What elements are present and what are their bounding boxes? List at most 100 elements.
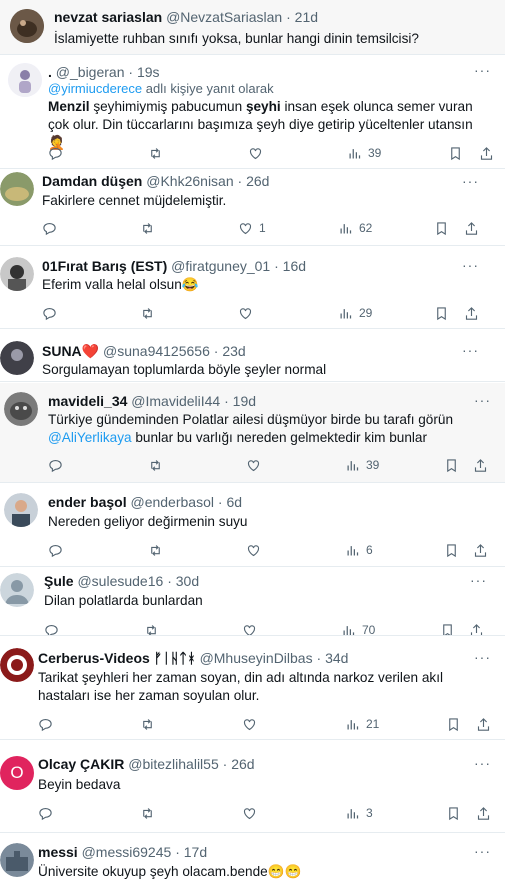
avatar[interactable]: [0, 172, 34, 206]
more-options-icon[interactable]: ···: [470, 572, 487, 588]
tweet-damdan[interactable]: Damdan düşen @Khk26nisan · 26d ··· Fakir…: [0, 170, 505, 246]
author-handle[interactable]: @sulesude16: [77, 573, 163, 589]
retweet-button[interactable]: [144, 622, 159, 635]
author-handle[interactable]: @messi69245: [82, 844, 172, 860]
share-button[interactable]: [473, 457, 488, 473]
retweet-button[interactable]: [140, 716, 155, 732]
tweet-time[interactable]: 26d: [246, 173, 269, 189]
author-handle[interactable]: @suna94125656: [103, 343, 210, 359]
share-button[interactable]: [476, 716, 491, 732]
author-handle[interactable]: @firatguney_01: [171, 258, 270, 274]
author-name[interactable]: 01Fırat Barış (EST): [42, 258, 167, 274]
bookmark-button[interactable]: [444, 542, 459, 558]
retweet-button[interactable]: [140, 805, 155, 821]
tweet-olcay[interactable]: O Olcay ÇAKIR @bitezlihalil55 · 26d ··· …: [0, 741, 505, 833]
share-button[interactable]: [464, 305, 479, 321]
avatar[interactable]: O: [0, 756, 34, 790]
tweet-time[interactable]: 21d: [295, 9, 318, 25]
more-options-icon[interactable]: ···: [462, 342, 479, 358]
tweet-time[interactable]: 17d: [184, 844, 207, 860]
share-button[interactable]: [464, 220, 479, 236]
like-button[interactable]: [242, 805, 257, 821]
more-options-icon[interactable]: ···: [474, 843, 491, 859]
tweet-time[interactable]: 6d: [226, 494, 242, 510]
bookmark-button[interactable]: [434, 305, 449, 321]
avatar[interactable]: [0, 843, 34, 877]
author-handle[interactable]: @enderbasol: [130, 494, 214, 510]
author-name[interactable]: messi: [38, 844, 78, 860]
reply-button[interactable]: [38, 805, 53, 821]
views-button[interactable]: 29: [338, 305, 372, 321]
avatar[interactable]: [0, 257, 34, 291]
author-name[interactable]: ender başol: [48, 494, 127, 510]
author-name[interactable]: Şule: [44, 573, 74, 589]
share-button[interactable]: [469, 622, 484, 635]
bookmark-button[interactable]: [440, 622, 455, 635]
more-options-icon[interactable]: ···: [462, 173, 479, 189]
author-name[interactable]: .: [48, 64, 52, 80]
retweet-button[interactable]: [140, 220, 155, 236]
retweet-button[interactable]: [140, 305, 155, 321]
tweet-ender[interactable]: ender başol @enderbasol · 6d Nereden gel…: [0, 484, 505, 567]
like-button[interactable]: 1: [238, 220, 266, 236]
reply-button[interactable]: [42, 305, 57, 321]
author-handle[interactable]: @bitezlihalil55: [128, 756, 218, 772]
author-handle[interactable]: @NevzatSariaslan: [166, 9, 282, 25]
tweet-time[interactable]: 16d: [283, 258, 306, 274]
reply-button[interactable]: [44, 622, 59, 635]
views-button[interactable]: 21: [345, 716, 379, 732]
views-button[interactable]: 39: [345, 457, 379, 473]
avatar[interactable]: [0, 648, 34, 682]
like-button[interactable]: [242, 622, 257, 635]
tweet-time[interactable]: 19d: [233, 393, 256, 409]
like-button[interactable]: [238, 305, 253, 321]
share-button[interactable]: [476, 805, 491, 821]
retweet-button[interactable]: [148, 542, 163, 558]
reply-button[interactable]: [48, 145, 63, 161]
bookmark-button[interactable]: [446, 716, 461, 732]
views-button[interactable]: 6: [345, 542, 373, 558]
tweet-mavideli[interactable]: mavideli_34 @ImavideliI44 · 19d ··· Türk…: [0, 383, 505, 483]
avatar[interactable]: [4, 392, 38, 426]
author-name[interactable]: Damdan düşen: [42, 173, 142, 189]
share-button[interactable]: [479, 145, 494, 161]
avatar[interactable]: [0, 573, 34, 607]
like-button[interactable]: [242, 716, 257, 732]
reply-button[interactable]: [48, 457, 63, 473]
bookmark-button[interactable]: [434, 220, 449, 236]
views-button[interactable]: 62: [338, 220, 372, 236]
tweet-time[interactable]: 34d: [325, 650, 348, 666]
author-name[interactable]: Cerberus-Videos ᚠᛁᚺᛏᚼ: [38, 650, 196, 666]
author-handle[interactable]: @ImavideliI44: [131, 393, 220, 409]
reply-button[interactable]: [38, 716, 53, 732]
views-button[interactable]: 39: [347, 145, 381, 161]
tweet-cerberus[interactable]: Cerberus-Videos ᚠᛁᚺᛏᚼ @MhuseyinDilbas · …: [0, 640, 505, 740]
tweet-nevzat[interactable]: nevzat sariaslan @NevzatSariaslan · 21d …: [0, 0, 505, 55]
tweet-firat[interactable]: 01Fırat Barış (EST) @firatguney_01 · 16d…: [0, 247, 505, 329]
more-options-icon[interactable]: ···: [474, 392, 491, 408]
author-name[interactable]: mavideli_34: [48, 393, 127, 409]
avatar[interactable]: [4, 493, 38, 527]
tweet-suna[interactable]: SUNA❤️ @suna94125656 · 23d ··· Sorgulama…: [0, 330, 505, 382]
reply-button[interactable]: [48, 542, 63, 558]
tweet-bigeran[interactable]: . @_bigeran · 19s ··· @yirmiucderece adl…: [0, 56, 505, 169]
author-name[interactable]: nevzat sariaslan: [54, 9, 162, 25]
mention-link[interactable]: @AliYerlikaya: [48, 430, 132, 445]
author-handle[interactable]: @_bigeran: [56, 64, 125, 80]
more-options-icon[interactable]: ···: [474, 755, 491, 771]
bookmark-button[interactable]: [448, 145, 463, 161]
tweet-time[interactable]: 26d: [231, 756, 254, 772]
reply-button[interactable]: [42, 220, 57, 236]
tweet-time[interactable]: 30d: [176, 573, 199, 589]
like-button[interactable]: [246, 542, 261, 558]
like-button[interactable]: [248, 145, 263, 161]
author-name[interactable]: SUNA❤️: [42, 343, 99, 359]
tweet-time[interactable]: 19s: [137, 64, 160, 80]
author-name[interactable]: Olcay ÇAKIR: [38, 756, 124, 772]
more-options-icon[interactable]: ···: [474, 62, 491, 78]
author-handle[interactable]: @Khk26nisan: [146, 173, 233, 189]
tweet-messi[interactable]: messi @messi69245 · 17d ··· Üniversite o…: [0, 834, 505, 886]
author-handle[interactable]: @MhuseyinDilbas: [200, 650, 313, 666]
like-button[interactable]: [246, 457, 261, 473]
avatar[interactable]: [8, 63, 42, 97]
